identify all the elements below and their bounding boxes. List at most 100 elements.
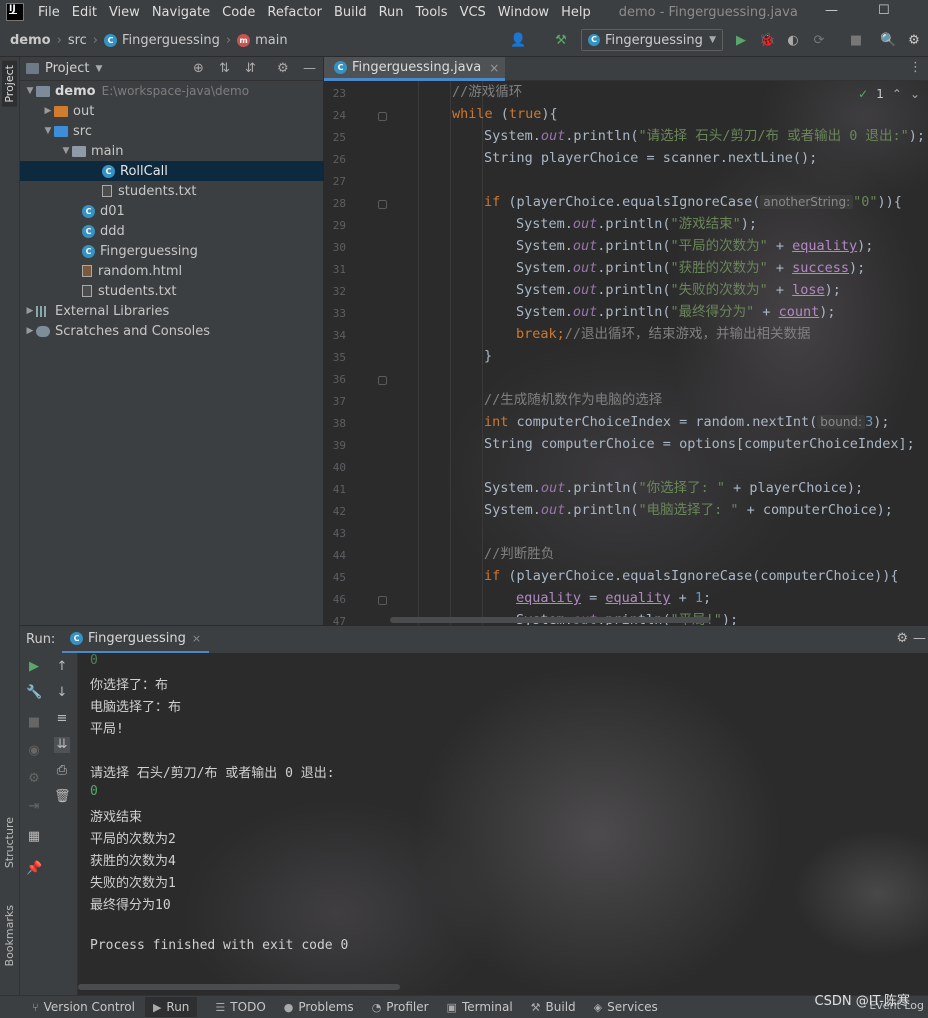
chevron-down-icon[interactable]: ▼ xyxy=(95,64,102,74)
line-number: 26 xyxy=(332,153,346,166)
fold-icon[interactable] xyxy=(378,376,387,385)
tool-window-todo[interactable]: ☰ TODO xyxy=(215,1000,265,1014)
camera-icon[interactable]: ◉ xyxy=(26,743,42,759)
breadcrumb-src[interactable]: src xyxy=(68,33,87,48)
tool-tab-structure[interactable]: Structure xyxy=(3,817,16,868)
tool-window-terminal[interactable]: ▣ Terminal xyxy=(447,1000,513,1014)
search-icon[interactable]: 🔍 xyxy=(880,33,896,49)
wrench-icon[interactable]: 🔧 xyxy=(26,685,42,701)
horizontal-scrollbar[interactable] xyxy=(78,984,400,990)
menu-vcs[interactable]: VCS xyxy=(460,5,486,20)
tool-window-version-control[interactable]: ⑂ Version Control xyxy=(32,1000,135,1014)
menu-view[interactable]: View xyxy=(109,5,140,20)
menu-navigate[interactable]: Navigate xyxy=(152,5,210,20)
menu-edit[interactable]: Edit xyxy=(72,5,97,20)
horizontal-scrollbar[interactable] xyxy=(390,617,710,623)
breadcrumb-project[interactable]: demo xyxy=(10,33,51,48)
user-icon[interactable]: 👤 xyxy=(510,33,526,49)
fold-icon[interactable] xyxy=(378,112,387,121)
gear-icon[interactable]: ⚙ xyxy=(277,61,289,76)
fold-icon[interactable] xyxy=(378,596,387,605)
tree-item-ddd[interactable]: C ddd xyxy=(20,221,324,241)
tool-window-run[interactable]: ▶ Run xyxy=(144,997,198,1017)
tree-item-d01[interactable]: C d01 xyxy=(20,201,324,221)
maximize-icon[interactable]: ☐ xyxy=(878,3,890,18)
exit-icon[interactable]: ⇥ xyxy=(26,799,42,815)
print-icon[interactable]: ⎙ xyxy=(54,763,70,779)
pin-icon[interactable]: 📌 xyxy=(26,861,42,877)
stop-icon[interactable]: ■ xyxy=(848,33,864,49)
coverage-icon[interactable]: ◐ xyxy=(785,33,801,49)
menu-help[interactable]: Help xyxy=(561,5,591,20)
tree-item-students-txt[interactable]: students.txt xyxy=(20,181,324,201)
tree-item-fingerguessing[interactable]: C Fingerguessing xyxy=(20,241,324,261)
tree-item-src[interactable]: ▼ src xyxy=(20,121,324,141)
more-tabs-icon[interactable]: ⋮ xyxy=(909,60,922,75)
run-configuration-select[interactable]: C Fingerguessing ▼ xyxy=(581,29,723,51)
settings-icon[interactable]: ⚙ xyxy=(26,771,42,787)
close-icon[interactable]: × xyxy=(192,632,201,645)
chevron-down-icon[interactable]: ⌄ xyxy=(910,87,920,101)
tree-item-rollcall[interactable]: C RollCall xyxy=(20,161,324,181)
menu-bar: IJ File Edit View Navigate Code Refactor… xyxy=(0,0,928,24)
console-line: 你选择了：布 xyxy=(90,678,169,693)
menu-build[interactable]: Build xyxy=(334,5,367,20)
scroll-to-end-icon[interactable]: ⇊ xyxy=(54,737,70,753)
class-icon: C xyxy=(334,61,347,74)
tree-item-main[interactable]: ▼ main xyxy=(20,141,324,161)
line-number: 28 xyxy=(332,197,346,210)
menu-window[interactable]: Window xyxy=(498,5,549,20)
project-panel-title[interactable]: Project xyxy=(45,61,89,76)
run-tab-label: Fingerguessing xyxy=(88,631,186,646)
tree-item-students-txt-root[interactable]: students.txt xyxy=(20,281,324,301)
chevron-right-icon: ▶ xyxy=(26,326,34,336)
tool-window-problems[interactable]: ● Problems xyxy=(284,1000,354,1014)
build-hammer-icon[interactable]: ⚒ xyxy=(553,33,569,49)
tool-tab-project[interactable]: Project xyxy=(2,61,17,107)
stop-icon[interactable]: ■ xyxy=(26,715,42,731)
layout-icon[interactable]: ▦ xyxy=(26,829,42,845)
tree-item-out[interactable]: ▶ out xyxy=(20,101,324,121)
menu-tools[interactable]: Tools xyxy=(416,5,448,20)
code-area[interactable]: //游戏循环 while (true){ System.out.println(… xyxy=(390,81,928,625)
tree-item-external-libraries[interactable]: ▶ External Libraries xyxy=(20,301,324,321)
menu-run[interactable]: Run xyxy=(379,5,404,20)
trash-icon[interactable]: 🗑 xyxy=(54,789,71,805)
tool-window-services[interactable]: ◈ Services xyxy=(594,1000,658,1014)
console-output[interactable]: 0 你选择了：布 电脑选择了：布 平局! 请选择 石头/剪刀/布 或者输出 0 … xyxy=(78,653,928,995)
soft-wrap-icon[interactable]: ≡ xyxy=(54,711,70,727)
menu-code[interactable]: Code xyxy=(222,5,255,20)
arrow-down-icon[interactable]: ↓ xyxy=(54,685,70,701)
minimize-icon[interactable]: — xyxy=(825,3,838,18)
close-icon[interactable]: × xyxy=(489,61,499,75)
tool-window-profiler[interactable]: ◔ Profiler xyxy=(372,1000,429,1014)
fold-icon[interactable] xyxy=(378,200,387,209)
tree-item-scratches[interactable]: ▶ Scratches and Consoles xyxy=(20,321,324,341)
hide-icon[interactable]: — xyxy=(303,61,316,76)
inspection-widget[interactable]: ✓ 1 ⌃ ⌄ xyxy=(858,87,920,101)
gear-icon[interactable]: ⚙ xyxy=(906,33,922,49)
tool-tab-bookmarks[interactable]: Bookmarks xyxy=(3,905,16,966)
gear-icon[interactable]: ⚙ xyxy=(896,631,908,646)
run-tab-fingerguessing[interactable]: C Fingerguessing × xyxy=(62,626,210,654)
arrow-up-icon[interactable]: ↑ xyxy=(54,659,70,675)
chevron-up-icon[interactable]: ⌃ xyxy=(892,87,902,101)
tree-item-demo[interactable]: ▼ demo E:\workspace-java\demo xyxy=(20,81,324,101)
breadcrumb-method[interactable]: main xyxy=(255,33,287,48)
locate-icon[interactable]: ⊕ xyxy=(193,61,204,76)
editor-tab-fingerguessing[interactable]: C Fingerguessing.java × xyxy=(324,57,506,81)
profile-icon[interactable]: ⟳ xyxy=(811,33,827,49)
debug-icon[interactable]: 🐞 xyxy=(759,33,775,49)
breadcrumb-class[interactable]: Fingerguessing xyxy=(122,33,220,48)
rerun-icon[interactable]: ▶ xyxy=(26,659,42,675)
run-icon[interactable]: ▶ xyxy=(733,33,749,49)
tree-item-random-html[interactable]: random.html xyxy=(20,261,324,281)
collapse-all-icon[interactable]: ⇵ xyxy=(245,61,256,76)
expand-all-icon[interactable]: ⇅ xyxy=(219,61,230,76)
menu-refactor[interactable]: Refactor xyxy=(267,5,322,20)
menu-file[interactable]: File xyxy=(38,5,60,20)
tool-window-build[interactable]: ⚒ Build xyxy=(531,1000,576,1014)
hide-icon[interactable]: — xyxy=(913,631,926,646)
code-editor[interactable]: C Fingerguessing.java × ⋮ 23 24 25 26 27… xyxy=(324,57,928,625)
html-file-icon xyxy=(82,265,92,277)
